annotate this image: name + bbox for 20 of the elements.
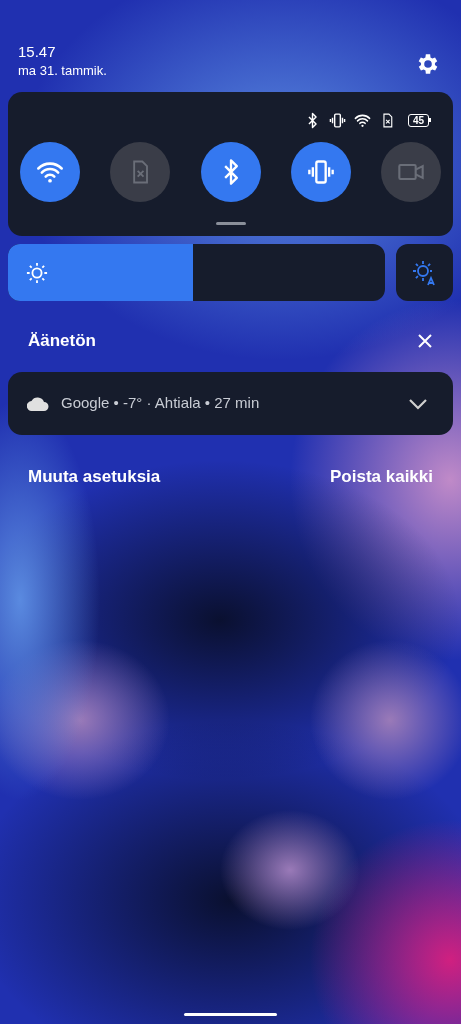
date-text: ma 31. tammik. [18, 62, 107, 80]
notification-text: Google • -7° · Ahtiala • 27 min [61, 393, 260, 414]
notification-card[interactable]: Google • -7° · Ahtiala • 27 min [8, 372, 453, 435]
cloud-icon [27, 396, 49, 411]
vibrate-icon [306, 158, 335, 186]
brightness-slider[interactable] [8, 244, 385, 301]
quick-toggle[interactable] [381, 142, 441, 202]
battery-icon: 45 [407, 113, 431, 127]
drag-handle[interactable] [215, 222, 246, 225]
clear-all-button[interactable]: Poista kaikki [330, 464, 433, 490]
settings-link[interactable]: Muuta asetuksia [28, 464, 161, 490]
quick-toggle[interactable] [20, 142, 80, 202]
auto-brightness-icon [411, 259, 438, 286]
auto-brightness-button[interactable] [396, 244, 453, 301]
section-title: Äänetön [28, 330, 96, 353]
vibrate-icon [328, 111, 346, 129]
clock-time: 15.47 [18, 42, 57, 62]
close-icon[interactable] [418, 334, 432, 348]
expand-icon[interactable] [408, 397, 428, 410]
sun-icon [26, 262, 48, 284]
